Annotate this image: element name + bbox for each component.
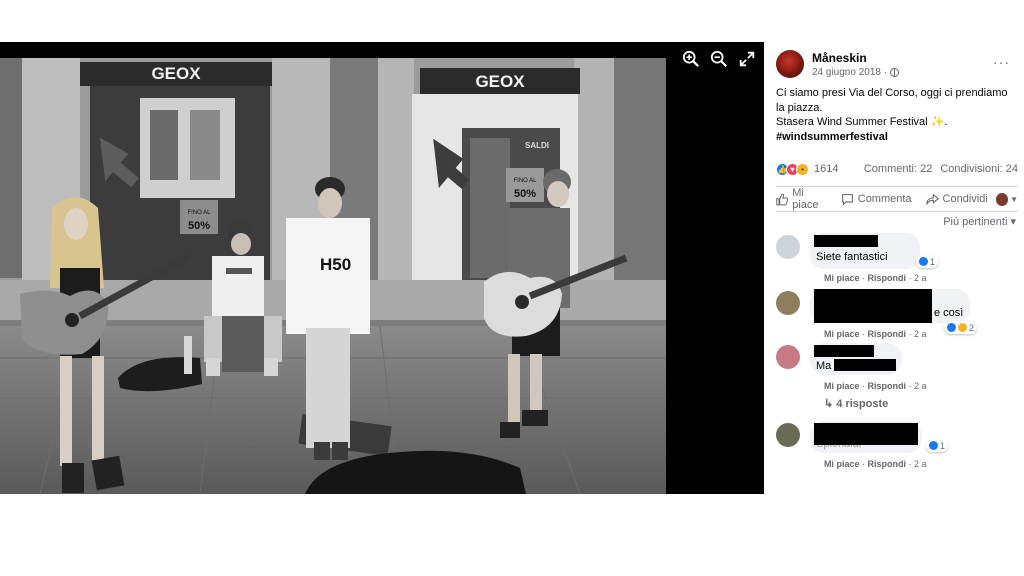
redacted-name	[814, 423, 918, 445]
post-meta: 24 giugno 2018 ·	[812, 67, 900, 78]
sale-tag-left-value: 50%	[188, 220, 210, 232]
share-button-label: Condividi	[942, 193, 988, 205]
reply-arrow-icon: ↳	[824, 398, 837, 410]
avatar[interactable]	[776, 345, 800, 369]
avatar[interactable]	[776, 423, 800, 447]
chevron-down-icon[interactable]: ▼	[1010, 195, 1018, 204]
comment-time: 2 a	[914, 329, 927, 339]
share-button[interactable]: Condividi	[925, 192, 988, 206]
comment-bubble: Splendidi	[810, 421, 922, 453]
like-button[interactable]: Mi piace	[776, 187, 831, 211]
comment-reply-link[interactable]: Rispondi	[868, 273, 907, 283]
comment-item: e così 2 Mi piace · Rispondi · 2 a	[776, 289, 1018, 343]
post-photo[interactable]: GEOX FINO AL 50% GEOX SALDI FINO AL 50%	[0, 58, 666, 494]
sale-tag-right-value: 50%	[514, 188, 536, 200]
comment-like-link[interactable]: Mi piace	[824, 381, 860, 391]
comment-meta: Mi piace · Rispondi · 2 a	[824, 329, 927, 339]
comment-like-link[interactable]: Mi piace	[824, 459, 860, 469]
hashtag-link[interactable]: #windsummerfestival	[776, 130, 1018, 145]
comment-like-link[interactable]: Mi piace	[824, 329, 860, 339]
comment-meta: Mi piace · Rispondi · 2 a	[824, 459, 927, 469]
comment-icon	[841, 193, 853, 206]
avatar[interactable]	[776, 235, 800, 259]
comment-time: 2 a	[914, 381, 927, 391]
redacted-text	[834, 359, 896, 371]
share-icon	[925, 192, 939, 205]
street-performers-photo: GEOX FINO AL 50% GEOX SALDI FINO AL 50%	[0, 58, 666, 494]
avatar[interactable]	[776, 291, 800, 315]
wow-reaction-icon[interactable]: •	[796, 162, 809, 176]
actions-bar: Mi piace Commenta Condividi ▼	[776, 186, 1018, 212]
sale-tag-right-top: FINO AL	[513, 178, 537, 184]
share-as-avatar[interactable]	[995, 192, 1009, 206]
comments-sort-dropdown[interactable]: Più pertinenti ▾	[776, 215, 1018, 233]
comment-reply-link[interactable]: Rispondi	[868, 459, 907, 469]
comment-text: Ma	[816, 360, 832, 372]
page-name[interactable]: Måneskin	[812, 51, 867, 65]
more-options-button[interactable]: ···	[993, 54, 1010, 70]
saldi-label: SALDI	[525, 141, 549, 150]
photo-viewer: GEOX FINO AL 50% GEOX SALDI FINO AL 50%	[0, 42, 764, 494]
post-header: Måneskin 24 giugno 2018 · ···	[776, 42, 1018, 86]
post-text: Ci siamo presi Via del Corso, oggi ci pr…	[776, 86, 1018, 144]
post-text-line: Stasera Wind Summer Festival ✨.	[776, 116, 948, 128]
comment-reactions[interactable]: 1	[926, 439, 949, 452]
shares-count[interactable]: Condivisioni: 24	[940, 163, 1018, 175]
post-panel: Måneskin 24 giugno 2018 · ··· Ci siamo p…	[764, 42, 1024, 494]
comment-meta: Mi piace · Rispondi · 2 a	[824, 273, 927, 283]
comment-reaction-count: 2	[969, 322, 975, 333]
shop-sign-left: GEOX	[151, 64, 201, 83]
shirt-print: H50	[320, 255, 351, 274]
like-button-label: Mi piace	[792, 187, 819, 211]
comment-like-link[interactable]: Mi piace	[824, 273, 860, 283]
like-reaction-icon	[929, 441, 938, 450]
viewer-toolbar	[682, 50, 756, 68]
comment-time: 2 a	[914, 273, 927, 283]
comment-reactions[interactable]: 2	[944, 321, 978, 334]
comment-item: Siete fantastici 1 Mi piace · Rispondi ·…	[776, 233, 1018, 289]
comment-reply-link[interactable]: Rispondi	[868, 329, 907, 339]
comment-time: 2 a	[914, 459, 927, 469]
comment-reactions[interactable]: 1	[916, 255, 939, 268]
comment-bubble: e così	[810, 289, 970, 323]
globe-icon	[890, 68, 900, 77]
comment-button-label: Commenta	[857, 193, 912, 205]
comment-text: Siete fantastici	[816, 251, 888, 263]
page-avatar[interactable]	[776, 50, 804, 78]
redacted-name	[814, 345, 874, 357]
comment-item: Ma Mi piace · Rispondi · 2 a ↳ 4 rispost…	[776, 343, 1018, 421]
post-text-line: Ci siamo presi Via del Corso, oggi ci pr…	[776, 87, 1008, 99]
post-text-line: la piazza.	[776, 101, 823, 114]
post-date[interactable]: 24 giugno 2018 ·	[812, 67, 887, 78]
comment-reaction-count: 1	[940, 440, 946, 451]
comment-reply-link[interactable]: Rispondi	[868, 381, 907, 391]
sale-tag-left-top: FINO AL	[187, 210, 211, 216]
comment-reaction-count: 1	[930, 256, 936, 267]
comment-text: e così	[934, 307, 964, 319]
redacted-name	[814, 235, 878, 247]
comments-count[interactable]: Commenti: 22	[864, 163, 932, 175]
comment-meta: Mi piace · Rispondi · 2 a	[824, 381, 927, 391]
comment-bubble: Ma	[810, 343, 902, 375]
reaction-count[interactable]: 1614	[814, 163, 838, 175]
shop-sign-right: GEOX	[475, 72, 525, 91]
comment-bubble: Siete fantastici	[810, 233, 920, 269]
zoom-in-icon[interactable]	[682, 50, 700, 68]
comment-button[interactable]: Commenta	[841, 193, 912, 206]
reactions-summary: 👍 ♥ • 1614 Commenti: 22 Condivisioni: 24	[776, 161, 1018, 177]
replies-count: 4 risposte	[836, 398, 889, 410]
view-replies-link[interactable]: ↳ 4 risposte	[824, 397, 888, 410]
like-reaction-icon	[919, 257, 928, 266]
thumbs-up-icon	[776, 193, 789, 205]
like-reaction-icon	[947, 323, 956, 332]
comment-item: Splendidi 1 Mi piace · Rispondi · 2 a	[776, 421, 1018, 477]
redacted-name	[814, 289, 932, 323]
zoom-out-icon[interactable]	[710, 50, 728, 68]
wow-reaction-icon	[958, 323, 967, 332]
fullscreen-icon[interactable]	[738, 50, 756, 68]
